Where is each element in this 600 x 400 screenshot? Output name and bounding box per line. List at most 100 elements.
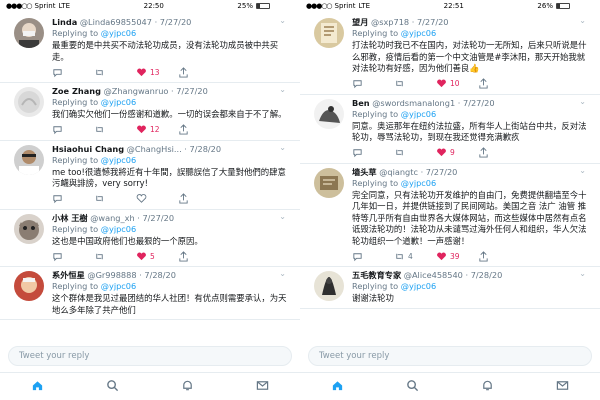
chevron-down-icon[interactable]: ⌄ bbox=[279, 269, 286, 278]
author-name[interactable]: 小林 王樹 bbox=[52, 213, 88, 223]
author-handle[interactable]: @Alice458540 bbox=[404, 270, 463, 280]
chevron-down-icon[interactable]: ⌄ bbox=[279, 16, 286, 25]
reply-feed[interactable]: 望月 @sxp718 · 7/27/20 ⌄ Replying to @yjpc… bbox=[300, 14, 600, 344]
mention-link[interactable]: @yjpc06 bbox=[401, 109, 436, 119]
share-button[interactable] bbox=[178, 250, 220, 262]
mention-link[interactable]: @yjpc06 bbox=[101, 28, 136, 38]
chevron-down-icon[interactable]: ⌄ bbox=[579, 97, 586, 106]
tweet[interactable]: 小林 王樹 @wang_xh · 7/27/20 ⌄ Replying to @… bbox=[0, 210, 300, 267]
mention-link[interactable]: @yjpc06 bbox=[101, 155, 136, 165]
share-button[interactable] bbox=[478, 78, 520, 89]
avatar[interactable] bbox=[314, 98, 344, 129]
author-name[interactable]: Zoe Zhang bbox=[52, 86, 101, 96]
reply-button[interactable] bbox=[352, 78, 394, 89]
reply-feed[interactable]: Linda @Linda69855047 · 7/27/20 ⌄ Replyin… bbox=[0, 14, 300, 344]
mention-link[interactable]: @yjpc06 bbox=[401, 281, 436, 291]
chevron-down-icon[interactable]: ⌄ bbox=[579, 166, 586, 175]
like-button[interactable]: 10 bbox=[436, 78, 478, 89]
mention-link[interactable]: @yjpc06 bbox=[401, 28, 436, 38]
reply-button[interactable] bbox=[352, 147, 394, 158]
mention-link[interactable]: @yjpc06 bbox=[101, 281, 136, 291]
like-button[interactable]: 5 bbox=[136, 251, 178, 262]
like-button[interactable]: 9 bbox=[436, 147, 478, 158]
like-button[interactable]: 13 bbox=[136, 67, 178, 78]
author-handle[interactable]: @sxp718 bbox=[371, 17, 409, 27]
author-name[interactable]: 墙头草 bbox=[352, 167, 377, 177]
tab-notifications[interactable] bbox=[181, 377, 194, 396]
tweet[interactable]: Ben @swordsmanalong1 · 7/27/20 ⌄ Replyin… bbox=[300, 95, 600, 164]
mention-link[interactable]: @yjpc06 bbox=[101, 97, 136, 107]
battery-icon bbox=[255, 3, 270, 9]
tweet[interactable]: 系外恒星 @Gr998888 · 7/28/20 ⌄ Replying to @… bbox=[0, 267, 300, 320]
tab-search[interactable] bbox=[406, 377, 419, 396]
retweet-button[interactable] bbox=[94, 251, 136, 262]
retweet-button[interactable] bbox=[94, 124, 136, 135]
reply-button[interactable] bbox=[52, 193, 94, 204]
mention-link[interactable]: @yjpc06 bbox=[101, 224, 136, 234]
avatar[interactable] bbox=[14, 213, 44, 244]
chevron-down-icon[interactable]: ⌄ bbox=[279, 85, 286, 94]
author-name[interactable]: 五毛教育专家 bbox=[352, 270, 401, 280]
reply-input[interactable] bbox=[319, 351, 591, 361]
retweet-button[interactable] bbox=[94, 67, 136, 78]
tweet-actions: 5 bbox=[52, 249, 292, 263]
tweet[interactable]: 墙头草 @qiangtc · 7/27/20 ⌄ Replying to @yj… bbox=[300, 164, 600, 267]
author-name[interactable]: 望月 bbox=[352, 17, 368, 27]
tab-search[interactable] bbox=[106, 377, 119, 396]
reply-input[interactable] bbox=[19, 351, 291, 361]
author-name[interactable]: 系外恒星 bbox=[52, 270, 85, 280]
author-handle[interactable]: @qiangtc bbox=[379, 167, 418, 177]
reply-button[interactable] bbox=[52, 67, 94, 78]
author-handle[interactable]: @swordsmanalong1 bbox=[372, 98, 455, 108]
author-name[interactable]: Linda bbox=[52, 17, 77, 27]
avatar[interactable] bbox=[14, 87, 44, 117]
share-button[interactable] bbox=[478, 147, 520, 158]
share-button[interactable] bbox=[178, 124, 220, 135]
retweet-icon bbox=[396, 80, 403, 87]
chevron-down-icon[interactable]: ⌄ bbox=[579, 269, 586, 278]
avatar[interactable] bbox=[314, 271, 344, 301]
tab-home[interactable] bbox=[31, 377, 44, 396]
author-handle[interactable]: @wang_xh bbox=[90, 213, 134, 223]
author-handle[interactable]: @Gr998888 bbox=[87, 270, 136, 280]
like-button[interactable] bbox=[136, 193, 178, 204]
retweet-button[interactable] bbox=[394, 78, 436, 89]
like-button[interactable]: 12 bbox=[136, 124, 178, 135]
chevron-down-icon[interactable]: ⌄ bbox=[579, 16, 586, 25]
author-handle[interactable]: @Zhangwanruo bbox=[104, 86, 169, 96]
avatar[interactable] bbox=[14, 144, 44, 175]
share-button[interactable] bbox=[478, 250, 520, 262]
like-button[interactable]: 39 bbox=[436, 251, 478, 262]
chevron-down-icon[interactable]: ⌄ bbox=[279, 212, 286, 221]
share-button[interactable] bbox=[178, 66, 220, 78]
tab-messages[interactable] bbox=[256, 377, 269, 396]
tab-home[interactable] bbox=[331, 377, 344, 396]
avatar[interactable] bbox=[314, 18, 344, 48]
tweet[interactable]: Hsiaohui Chang @ChangHsi... · 7/28/20 ⌄ … bbox=[0, 141, 300, 210]
avatar[interactable] bbox=[14, 271, 44, 301]
retweet-button[interactable] bbox=[94, 193, 136, 204]
tweet[interactable]: Zoe Zhang @Zhangwanruo · 7/27/20 ⌄ Reply… bbox=[0, 83, 300, 141]
avatar[interactable] bbox=[14, 18, 44, 48]
avatar[interactable] bbox=[314, 167, 344, 198]
retweet-button[interactable] bbox=[394, 147, 436, 158]
author-handle[interactable]: @ChangHsi... bbox=[127, 144, 182, 154]
author-name[interactable]: Ben bbox=[352, 98, 370, 108]
chevron-down-icon[interactable]: ⌄ bbox=[279, 143, 286, 152]
author-name[interactable]: Hsiaohui Chang bbox=[52, 144, 124, 154]
tweet[interactable]: Linda @Linda69855047 · 7/27/20 ⌄ Replyin… bbox=[0, 14, 300, 83]
reply-button[interactable] bbox=[352, 251, 394, 262]
reply-composer[interactable] bbox=[8, 346, 292, 366]
reply-button[interactable] bbox=[52, 251, 94, 262]
mention-link[interactable]: @yjpc06 bbox=[401, 178, 436, 188]
author-handle[interactable]: @Linda69855047 bbox=[80, 17, 152, 27]
reply-button[interactable] bbox=[52, 124, 94, 135]
tweet[interactable]: 五毛教育专家 @Alice458540 · 7/28/20 ⌄ Replying… bbox=[300, 267, 600, 309]
tab-messages[interactable] bbox=[556, 377, 569, 396]
retweet-button[interactable]: 4 bbox=[394, 251, 436, 262]
share-button[interactable] bbox=[178, 193, 220, 204]
reply-composer[interactable] bbox=[308, 346, 592, 366]
retweet-icon bbox=[396, 149, 403, 156]
tab-notifications[interactable] bbox=[481, 377, 494, 396]
tweet[interactable]: 望月 @sxp718 · 7/27/20 ⌄ Replying to @yjpc… bbox=[300, 14, 600, 95]
